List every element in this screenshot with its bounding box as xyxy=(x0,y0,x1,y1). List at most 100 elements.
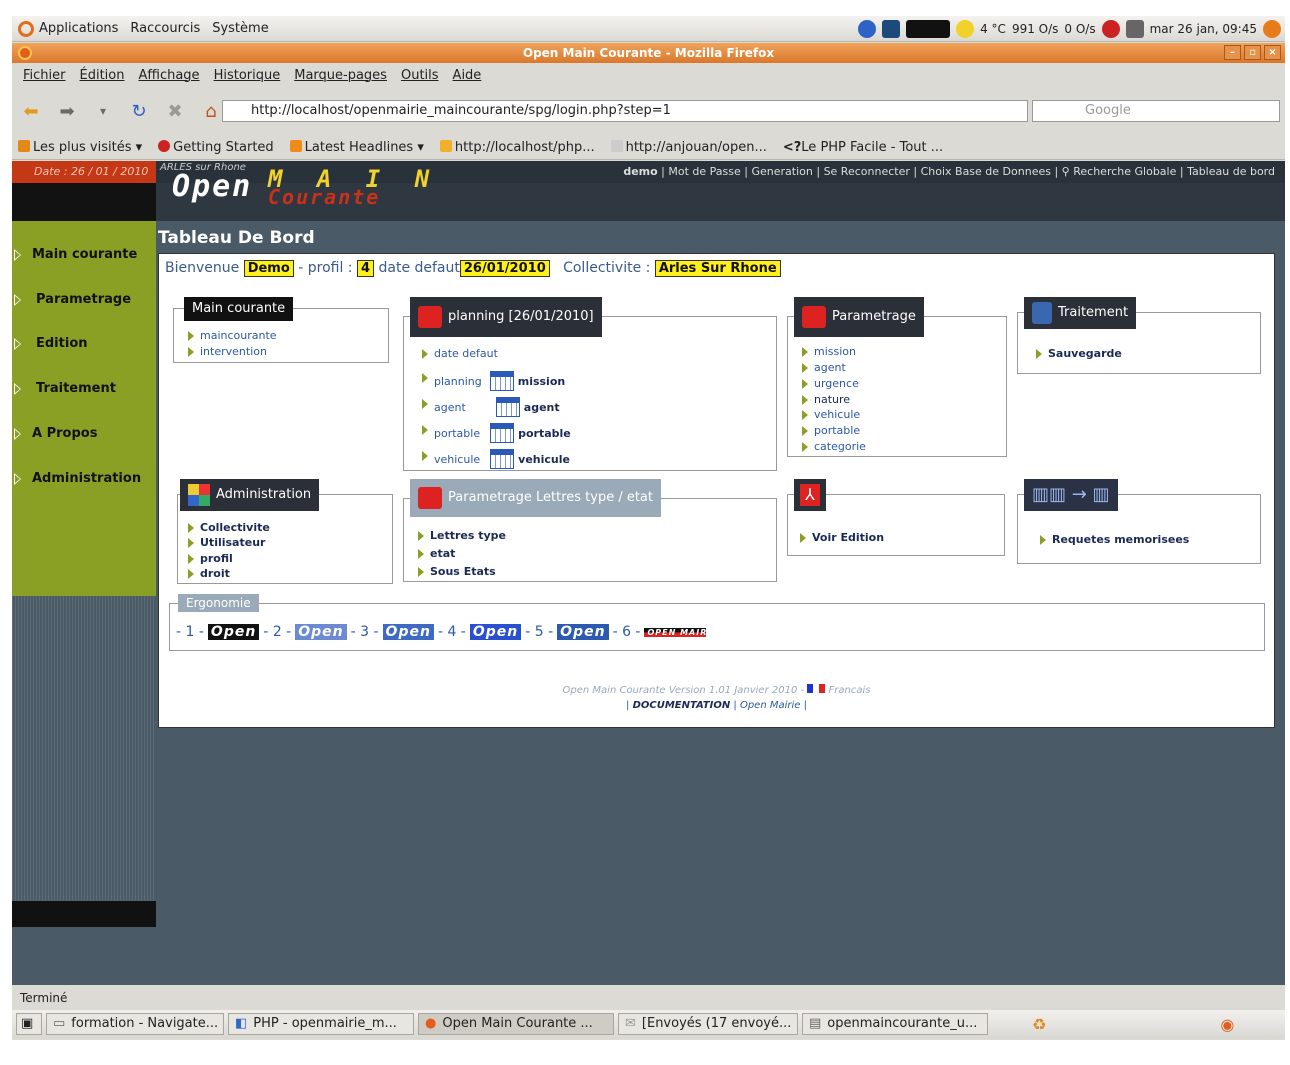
forward-icon[interactable]: ➡ xyxy=(54,98,80,124)
page-title: Tableau De Bord xyxy=(158,228,315,248)
update-icon[interactable] xyxy=(1101,20,1120,38)
bookmark-php-facile[interactable]: <?Le PHP Facile - Tout ... xyxy=(783,140,943,155)
net-up: 0 O/s xyxy=(1064,22,1096,36)
bookmark-anjouan[interactable]: http://anjouan/open... xyxy=(610,139,767,155)
help-icon[interactable] xyxy=(858,20,877,38)
link-vehicule[interactable]: vehicule vehicule xyxy=(422,449,570,469)
search-input[interactable]: Google xyxy=(1032,100,1280,122)
back-icon[interactable]: ⬅ xyxy=(18,98,44,124)
menu-aide[interactable]: Aide xyxy=(446,68,489,83)
sidebar-item-traitement[interactable]: Traitement xyxy=(12,377,156,401)
link-maincourante[interactable]: maincourante xyxy=(188,329,277,342)
sidebar-item-main-courante[interactable]: Main courante xyxy=(12,243,156,267)
link-param-mission[interactable]: mission xyxy=(802,345,856,358)
firefox-launcher-icon[interactable] xyxy=(1263,20,1281,38)
theme-5-button[interactable]: Open xyxy=(557,624,609,640)
link-collectivite[interactable]: Collectivite xyxy=(188,521,270,534)
link-intervention[interactable]: intervention xyxy=(188,345,267,358)
minimize-button[interactable]: – xyxy=(1224,45,1241,60)
sidebar-item-a-propos[interactable]: A Propos xyxy=(12,422,156,446)
systeme-menu[interactable]: Système xyxy=(206,21,274,36)
workspace-icon[interactable]: ◉ xyxy=(1220,1015,1234,1034)
admin-icon xyxy=(188,484,210,506)
weather-icon[interactable] xyxy=(956,20,975,38)
menu-marque-pages[interactable]: Marque-pages xyxy=(287,68,394,83)
link-voir-edition[interactable]: Voir Edition xyxy=(800,531,884,544)
openmairie-link[interactable]: Open Mairie xyxy=(740,700,800,711)
bookmark-latest-headlines[interactable]: Latest Headlines ▾ xyxy=(289,139,424,155)
stop-icon[interactable]: ✖ xyxy=(162,98,188,124)
trash-icon[interactable]: ♻ xyxy=(1032,1015,1046,1034)
task-openmaincourante-doc[interactable]: ▤ openmaincourante_u... xyxy=(802,1013,988,1035)
link-param-urgence[interactable]: urgence xyxy=(802,377,859,390)
link-profil[interactable]: profil xyxy=(188,552,233,565)
menu-edition[interactable]: Édition xyxy=(73,68,132,83)
sidebar-item-administration[interactable]: Administration xyxy=(12,467,156,491)
menu-outils[interactable]: Outils xyxy=(394,68,446,83)
language-link[interactable]: Francais xyxy=(829,685,871,696)
theme-6-button[interactable]: OPEN MAIRIE xyxy=(644,627,717,637)
link-sous-etats[interactable]: Sous Etats xyxy=(418,565,496,578)
volume-icon[interactable] xyxy=(1125,20,1144,38)
link-param-nature[interactable]: nature xyxy=(802,393,850,406)
menu-affichage[interactable]: Affichage xyxy=(131,68,206,83)
task-open-main-courante[interactable]: ● Open Main Courante ... xyxy=(418,1013,614,1035)
link-param-agent[interactable]: agent xyxy=(802,361,846,374)
bookmark-most-visited[interactable]: Les plus visités ▾ xyxy=(18,139,142,155)
history-dropdown-icon[interactable]: ▾ xyxy=(90,98,116,124)
applications-menu[interactable]: Applications xyxy=(12,20,124,37)
menu-historique[interactable]: Historique xyxy=(207,68,288,83)
link-param-categorie[interactable]: categorie xyxy=(802,440,866,453)
url-bar[interactable]: http://localhost/openmairie_maincourante… xyxy=(222,100,1028,122)
sidebar-item-edition[interactable]: Edition xyxy=(12,332,156,356)
theme-2-button[interactable]: Open xyxy=(295,624,347,640)
monitor-icon[interactable] xyxy=(882,20,901,38)
link-requetes-memorisees[interactable]: Requetes memorisees xyxy=(1040,533,1189,546)
menu-fichier[interactable]: Fichier xyxy=(16,68,73,83)
link-lettres-type[interactable]: Lettres type xyxy=(418,529,506,542)
web-page: Date : 26 / 01 / 2010 ARLES sur Rhone de… xyxy=(12,161,1285,985)
app-logo[interactable]: Open M A I N Courante xyxy=(172,165,429,209)
task-php[interactable]: ◧ PHP - openmairie_m... xyxy=(228,1013,414,1035)
link-planning[interactable]: planning mission xyxy=(422,371,565,391)
link-param-portable[interactable]: portable xyxy=(802,424,860,437)
dashboard-link[interactable]: Tableau de bord xyxy=(1187,165,1275,178)
cpu-graph-icon[interactable] xyxy=(906,20,951,38)
sidebar-item-label: Administration xyxy=(32,471,142,486)
link-droit[interactable]: droit xyxy=(188,567,230,580)
sidebar-item-parametrage[interactable]: Parametrage xyxy=(12,288,156,312)
reload-icon[interactable]: ↻ xyxy=(126,98,152,124)
theme-3-button[interactable]: Open xyxy=(382,624,434,640)
generation-link[interactable]: Generation xyxy=(751,165,812,178)
task-envoyes[interactable]: ✉ [Envoyés (17 envoyé... xyxy=(618,1013,798,1035)
triangle-icon xyxy=(14,338,21,350)
link-agent[interactable]: agent agent xyxy=(422,397,560,417)
documentation-link[interactable]: DOCUMENTATION xyxy=(633,700,731,711)
task-formation[interactable]: ▭ formation - Navigate... xyxy=(46,1013,224,1035)
theme-4-button[interactable]: Open xyxy=(469,624,522,640)
maximize-button[interactable]: ▫ xyxy=(1244,45,1261,60)
clock[interactable]: mar 26 jan, 09:45 xyxy=(1150,22,1257,36)
reconnect-link[interactable]: Se Reconnecter xyxy=(824,165,910,178)
sidebar-stripes xyxy=(12,596,156,916)
php-facile-icon: <? xyxy=(782,139,802,155)
database-choice-link[interactable]: Choix Base de Donnees xyxy=(921,165,1051,178)
user-link[interactable]: demo xyxy=(623,165,657,178)
show-desktop-icon[interactable]: ▣ xyxy=(16,1013,42,1035)
raccourcis-menu[interactable]: Raccourcis xyxy=(124,21,206,36)
password-link[interactable]: Mot de Passe xyxy=(668,165,740,178)
bookmarks-toolbar: Les plus visités ▾ Getting Started Lates… xyxy=(12,135,1285,160)
global-search-link[interactable]: Recherche Globale xyxy=(1073,165,1176,178)
bookmark-getting-started[interactable]: Getting Started xyxy=(158,139,274,155)
link-utilisateur[interactable]: Utilisateur xyxy=(188,536,265,549)
link-portable[interactable]: portable portable xyxy=(422,423,571,443)
close-button[interactable]: × xyxy=(1264,45,1281,60)
link-date-defaut[interactable]: date defaut xyxy=(422,347,498,360)
link-etat[interactable]: etat xyxy=(418,547,455,560)
link-param-vehicule[interactable]: vehicule xyxy=(802,408,860,421)
bookmark-localhost-php[interactable]: http://localhost/php... xyxy=(439,139,595,155)
calendar-icon xyxy=(495,397,520,417)
theme-1-button[interactable]: Open xyxy=(207,624,260,640)
link-sauvegarde[interactable]: Sauvegarde xyxy=(1036,347,1122,360)
home-icon[interactable]: ⌂ xyxy=(198,98,224,124)
